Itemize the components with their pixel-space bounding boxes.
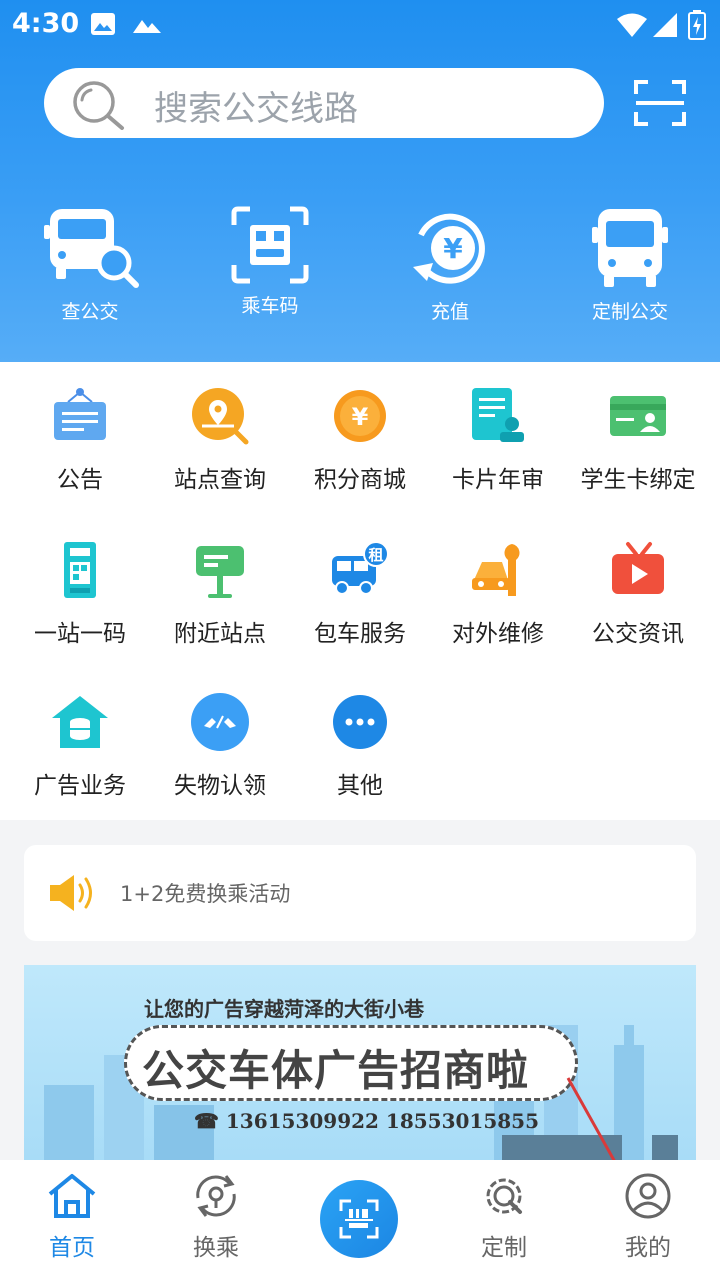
search-input[interactable]: 搜索公交线路 bbox=[44, 68, 604, 138]
tab-profile[interactable]: 我的 bbox=[588, 1172, 708, 1262]
scan-icon[interactable] bbox=[632, 78, 688, 128]
more-dots-icon bbox=[333, 695, 387, 749]
lost-found-icon bbox=[191, 693, 249, 751]
service-label: 公告 bbox=[57, 467, 103, 493]
profile-icon bbox=[625, 1173, 671, 1219]
service-other[interactable]: 其他 bbox=[290, 692, 430, 800]
quick-action-recharge[interactable]: ¥ 充值 bbox=[360, 205, 540, 324]
transfer-icon bbox=[196, 1175, 236, 1217]
tab-label: 首页 bbox=[49, 1235, 95, 1261]
quick-action-custom-bus[interactable]: 定制公交 bbox=[540, 205, 720, 324]
service-charter-bus[interactable]: 租 包车服务 bbox=[290, 540, 430, 648]
service-announcement[interactable]: 公告 bbox=[10, 386, 150, 494]
service-repair[interactable]: 对外维修 bbox=[428, 540, 568, 648]
service-label: 公交资讯 bbox=[592, 621, 684, 647]
station-code-icon bbox=[64, 542, 96, 598]
quick-action-label: 定制公交 bbox=[591, 301, 668, 323]
tab-label: 换乘 bbox=[193, 1235, 239, 1261]
tab-label: 我的 bbox=[625, 1235, 671, 1261]
service-label: 积分商城 bbox=[314, 467, 406, 493]
svg-text:¥: ¥ bbox=[443, 232, 463, 265]
search-placeholder: 搜索公交线路 bbox=[154, 89, 358, 129]
signal-icon bbox=[653, 13, 677, 37]
service-station-query[interactable]: 站点查询 bbox=[150, 386, 290, 494]
service-ad-business[interactable]: 广告业务 bbox=[10, 692, 150, 800]
battery-icon bbox=[688, 10, 706, 40]
services-grid: 公告 站点查询 ¥ 积分商城 卡片年审 学生卡绑定 一站一码 附近站点 租 包车… bbox=[0, 362, 720, 820]
tab-transfer[interactable]: 换乘 bbox=[156, 1172, 276, 1262]
svg-text:租: 租 bbox=[368, 546, 383, 564]
card-review-icon bbox=[472, 388, 524, 442]
header: 4:30 搜索公交线路 查公交 乘车码 ¥ 充值 定制公交 bbox=[0, 0, 720, 362]
student-card-icon bbox=[610, 396, 666, 436]
banner-tagline: 让您的广告穿越菏泽的大街小巷 bbox=[144, 997, 424, 1021]
speaker-icon bbox=[50, 875, 92, 911]
service-nearby-stations[interactable]: 附近站点 bbox=[150, 540, 290, 648]
home-icon bbox=[48, 1174, 96, 1218]
service-label: 卡片年审 bbox=[452, 467, 544, 493]
service-label: 学生卡绑定 bbox=[580, 467, 696, 493]
bus-search-icon bbox=[44, 209, 139, 288]
charter-bus-icon: 租 bbox=[332, 541, 389, 595]
service-station-code[interactable]: 一站一码 bbox=[10, 540, 150, 648]
notice-bar[interactable]: 1+2免费换乘活动 bbox=[24, 845, 696, 941]
quick-action-label: 乘车码 bbox=[241, 295, 299, 317]
ad-house-icon bbox=[52, 696, 108, 748]
custom-gear-icon bbox=[486, 1178, 522, 1214]
service-label: 附近站点 bbox=[174, 621, 266, 647]
service-label: 失物认领 bbox=[174, 773, 266, 799]
service-label: 站点查询 bbox=[174, 467, 266, 493]
service-label: 广告业务 bbox=[34, 773, 126, 799]
tab-label: 定制 bbox=[481, 1235, 527, 1261]
bus-icon bbox=[592, 209, 668, 287]
tv-news-icon bbox=[612, 542, 664, 594]
service-lost-found[interactable]: 失物认领 bbox=[150, 692, 290, 800]
service-label: 对外维修 bbox=[452, 621, 544, 647]
banner-phone: ☎ 13615309922 18553015855 bbox=[194, 1109, 539, 1133]
location-search-icon bbox=[192, 388, 249, 445]
announcement-board-icon bbox=[54, 388, 106, 440]
quick-action-bus-search[interactable]: 查公交 bbox=[0, 205, 180, 324]
scan-code-icon bbox=[339, 1199, 379, 1239]
yuan-coin-icon: ¥ bbox=[334, 390, 386, 442]
svg-text:¥: ¥ bbox=[352, 403, 369, 431]
service-card-review[interactable]: 卡片年审 bbox=[428, 386, 568, 494]
status-time: 4:30 bbox=[12, 8, 80, 39]
gallery-notification-icon bbox=[91, 13, 115, 35]
status-bar: 4:30 bbox=[0, 0, 720, 50]
notice-text: 1+2免费换乘活动 bbox=[120, 882, 291, 906]
tab-custom[interactable]: 定制 bbox=[444, 1172, 564, 1262]
qr-ride-code-icon bbox=[231, 206, 309, 284]
banner-title: 公交车体广告招商啦 bbox=[142, 1046, 530, 1095]
search-icon bbox=[73, 81, 124, 130]
mountain-notification-icon bbox=[133, 20, 161, 33]
recharge-yuan-icon: ¥ bbox=[413, 213, 485, 284]
wifi-icon bbox=[617, 13, 647, 37]
bus-stop-sign-icon bbox=[196, 546, 244, 598]
service-points-mall[interactable]: ¥ 积分商城 bbox=[290, 386, 430, 494]
service-bus-news[interactable]: 公交资讯 bbox=[568, 540, 708, 648]
service-label: 一站一码 bbox=[34, 621, 126, 647]
quick-action-ride-code[interactable]: 乘车码 bbox=[180, 205, 360, 318]
repair-wrench-icon bbox=[472, 544, 520, 596]
service-label: 其他 bbox=[337, 773, 383, 799]
service-label: 包车服务 bbox=[314, 621, 406, 647]
service-student-card[interactable]: 学生卡绑定 bbox=[568, 386, 708, 494]
quick-action-label: 查公交 bbox=[61, 301, 119, 323]
center-scan-button[interactable] bbox=[320, 1180, 398, 1258]
quick-action-label: 充值 bbox=[430, 301, 469, 323]
tab-home[interactable]: 首页 bbox=[12, 1172, 132, 1262]
